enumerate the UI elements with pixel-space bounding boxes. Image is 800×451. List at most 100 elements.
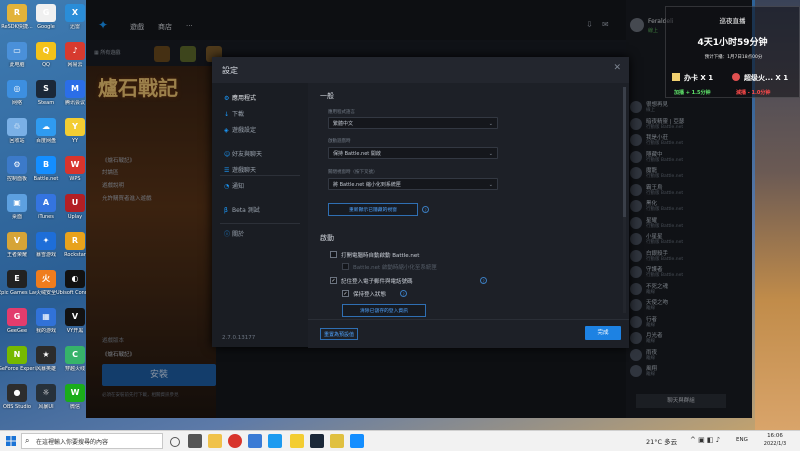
app-icon: A xyxy=(36,194,56,212)
app-icon: E xyxy=(7,270,27,288)
close-behavior-select[interactable]: 將 Battle.net 縮小化到系統匣 ⌄ xyxy=(328,178,498,190)
settings-nav-beta[interactable]: β Beta 測試 xyxy=(224,205,260,214)
app-icon: ☼ xyxy=(36,384,56,402)
beta-icon: β xyxy=(224,207,228,214)
app-version: 2.7.0.13177 xyxy=(222,335,256,341)
tray-icons[interactable]: ^ ▣ ◧ ♪ xyxy=(690,436,720,444)
taskbar-app-icon[interactable] xyxy=(188,434,202,448)
settings-scrollbar-thumb[interactable] xyxy=(623,87,626,217)
input-language[interactable]: ENG xyxy=(736,437,748,443)
steam-icon[interactable] xyxy=(310,434,324,448)
help-icon[interactable]: ? xyxy=(400,290,407,297)
netease-music-icon[interactable] xyxy=(228,434,242,448)
settings-dialog: 設定 ✕ ⚙ 應用程式 ↓ 下載 ◈ 遊戲設定 ☺ 好友與聊天 ☰ 遊戲聊天 ◔ 通知 βB… xyxy=(212,57,629,348)
app-icon: R xyxy=(7,4,27,22)
app-icon: M xyxy=(65,80,85,98)
app-icon: ● xyxy=(7,384,27,402)
autostart-checkbox[interactable] xyxy=(330,251,337,258)
app-icon: U xyxy=(65,194,85,212)
windows-start-icon[interactable] xyxy=(6,436,16,446)
settings-footer: 重置為預設值 完成 xyxy=(308,319,629,348)
app-icon: N xyxy=(7,346,27,364)
battlenet-taskbar-icon[interactable] xyxy=(350,434,364,448)
download-icon: ↓ xyxy=(224,111,230,118)
game-settings-icon: ◈ xyxy=(224,127,229,134)
taskbar-app-icon[interactable] xyxy=(330,434,344,448)
clear-saved-login-button[interactable]: 清除已儲存的登入資訊 xyxy=(342,304,426,317)
clock-date[interactable]: 2022/1/3 xyxy=(758,441,792,447)
minimize-on-start-label: Battle.net 啟動時縮小化至系統匣 xyxy=(353,265,437,271)
settings-nav-game[interactable]: ◈ 遊戲設定 xyxy=(224,125,256,134)
app-icon: 火 xyxy=(36,270,56,288)
app-icon: ▭ xyxy=(7,42,27,60)
taskbar-search-input[interactable]: ⌕ 在這裡輸入你要搜尋的內容 xyxy=(21,433,163,449)
remember-login-label: 記住登入電子郵件與電話號碼 xyxy=(341,279,413,285)
reset-defaults-button[interactable]: 重置為預設值 xyxy=(320,328,358,340)
left-bonus: 加播 + 1.5分钟 xyxy=(674,90,711,96)
stream-title: 巡夜直播 xyxy=(719,17,746,25)
launch-behavior-select[interactable]: 保持 Battle.net 開啟 ⌄ xyxy=(328,147,498,159)
bell-icon: ◔ xyxy=(224,183,230,190)
app-icon: C xyxy=(65,346,85,364)
app-icon: ◎ xyxy=(7,80,27,98)
restore-hidden-windows-button[interactable]: 重新顯示已隱藏的視窗 xyxy=(328,203,418,216)
app-icon: Y xyxy=(65,118,85,136)
search-icon: ⌕ xyxy=(25,436,30,445)
sidebar-divider xyxy=(220,223,300,224)
language-select[interactable]: 繁體中文 ⌄ xyxy=(328,117,498,129)
chevron-down-icon: ⌄ xyxy=(488,151,493,157)
app-icon: V xyxy=(7,232,27,250)
minimize-on-start-checkbox xyxy=(342,263,349,270)
task-view-icon[interactable] xyxy=(170,437,180,447)
app-icon: R xyxy=(65,232,85,250)
app-icon: W xyxy=(65,384,85,402)
language-label: 應用程式語言 xyxy=(328,110,355,115)
keep-logged-in-checkbox[interactable]: ✓ xyxy=(342,290,349,297)
settings-nav-notifications[interactable]: ◔ 通知 xyxy=(224,181,244,190)
friends-icon: ☺ xyxy=(224,151,231,158)
autostart-label: 打開電腦時自動啟動 Battle.net xyxy=(341,253,420,259)
app-icon: ▦ xyxy=(36,308,56,326)
settings-nav-downloads[interactable]: ↓ 下載 xyxy=(224,109,244,118)
section-general-heading: 一般 xyxy=(320,92,334,100)
app-icon: Q xyxy=(36,42,56,60)
taskbar-app-icon[interactable] xyxy=(248,434,262,448)
app-icon: ▣ xyxy=(7,194,27,212)
settings-title: 設定 xyxy=(222,66,238,75)
app-icon: G xyxy=(7,308,27,326)
help-icon[interactable]: ? xyxy=(480,277,487,284)
sidebar-divider xyxy=(220,175,300,176)
app-icon: V xyxy=(65,308,85,326)
app-icon: W xyxy=(65,156,85,174)
settings-header: 設定 ✕ xyxy=(212,57,629,83)
left-gift-name: 办卡 X 1 xyxy=(684,74,714,82)
remember-login-checkbox[interactable]: ✓ xyxy=(330,277,337,284)
settings-nav-chat[interactable]: ☰ 遊戲聊天 xyxy=(224,165,256,174)
launch-behavior-label: 啟動遊戲時 xyxy=(328,139,351,144)
stream-timer: 4天1小时59分钟 xyxy=(697,38,768,48)
taskbar-app-icon[interactable] xyxy=(268,434,282,448)
windows-taskbar: ⌕ 在這裡輸入你要搜尋的內容 21°C 多云 ^ ▣ ◧ ♪ ENG 16:06… xyxy=(0,430,800,451)
app-settings-icon: ⚙ xyxy=(224,95,230,102)
help-icon[interactable]: ? xyxy=(422,206,429,213)
clock-time[interactable]: 16:06 xyxy=(760,433,790,439)
app-icon: S xyxy=(36,80,56,98)
settings-content: 一般 應用程式語言 繁體中文 ⌄ 啟動遊戲時 保持 Battle.net 開啟 ⌄ … xyxy=(308,83,629,319)
done-button[interactable]: 完成 xyxy=(585,326,621,340)
settings-nav-friends[interactable]: ☺ 好友與聊天 xyxy=(224,149,262,158)
chat-icon: ☰ xyxy=(224,167,230,174)
right-gift-name: 超级火... X 1 xyxy=(744,74,789,82)
keep-logged-in-label: 保持登入狀態 xyxy=(353,292,387,298)
weather-widget[interactable]: 21°C 多云 xyxy=(646,436,677,446)
file-explorer-icon[interactable] xyxy=(208,434,222,448)
app-icon: X xyxy=(65,4,85,22)
app-icon: ♪ xyxy=(65,42,85,60)
gift-card-icon xyxy=(672,73,680,81)
app-icon: ⚙ xyxy=(7,156,27,174)
settings-nav-about[interactable]: ⓘ 關於 xyxy=(224,229,244,238)
close-icon[interactable]: ✕ xyxy=(613,63,621,73)
section-startup-heading: 啟動 xyxy=(320,234,334,242)
settings-nav-app[interactable]: ⚙ 應用程式 xyxy=(224,93,256,102)
app-icon: ☁ xyxy=(36,118,56,136)
qq-icon[interactable] xyxy=(290,434,304,448)
